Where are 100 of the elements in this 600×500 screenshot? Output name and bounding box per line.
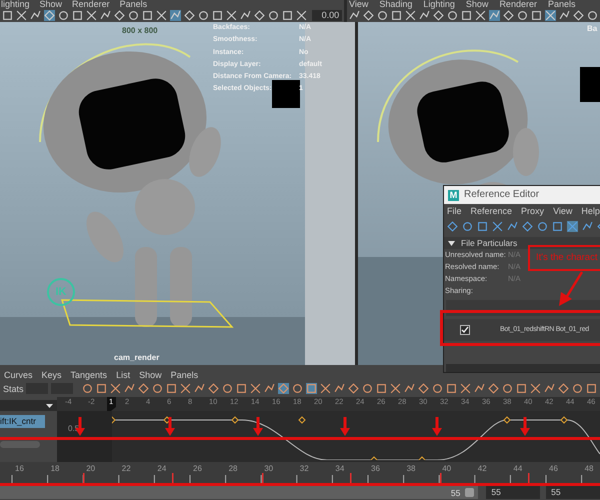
value-field[interactable]: 0.00 bbox=[312, 10, 342, 21]
cross-icon[interactable] bbox=[390, 383, 401, 394]
menu-item[interactable]: Help bbox=[581, 206, 600, 216]
square-icon[interactable] bbox=[531, 10, 542, 21]
square-icon[interactable] bbox=[212, 10, 223, 21]
diamond-icon[interactable] bbox=[208, 383, 219, 394]
diamond-icon[interactable] bbox=[418, 383, 429, 394]
menu-item[interactable]: Show bbox=[40, 0, 62, 9]
scrollbar[interactable] bbox=[446, 364, 600, 372]
cross-icon[interactable] bbox=[110, 383, 121, 394]
circle-icon[interactable] bbox=[587, 10, 598, 21]
menu-item[interactable]: Reference bbox=[470, 206, 512, 216]
outliner-item[interactable]: ift:IK_cntr bbox=[0, 415, 45, 428]
cross-icon[interactable] bbox=[405, 10, 416, 21]
circle-icon[interactable] bbox=[537, 220, 548, 232]
square-icon[interactable] bbox=[166, 383, 177, 394]
circle-icon[interactable] bbox=[377, 10, 388, 21]
square-icon[interactable] bbox=[282, 10, 293, 21]
menu-item[interactable]: View bbox=[349, 0, 368, 9]
diamond-icon[interactable] bbox=[522, 220, 533, 232]
square-icon[interactable] bbox=[586, 383, 597, 394]
square-icon[interactable] bbox=[446, 383, 457, 394]
cross-icon[interactable] bbox=[180, 383, 191, 394]
scrollbar[interactable] bbox=[0, 441, 40, 448]
menu-item[interactable]: Proxy bbox=[521, 206, 544, 216]
diamond-icon[interactable] bbox=[138, 383, 149, 394]
menu-item[interactable]: Show bbox=[139, 370, 162, 380]
menu-item[interactable]: Panels bbox=[120, 0, 148, 9]
square-icon[interactable] bbox=[236, 383, 247, 394]
cross-icon[interactable] bbox=[567, 220, 578, 232]
current-frame-marker[interactable] bbox=[107, 397, 116, 411]
menu-item[interactable]: Curves bbox=[4, 370, 33, 380]
end-field[interactable]: 55 bbox=[546, 486, 600, 500]
curve-icon[interactable] bbox=[264, 383, 275, 394]
curve-icon[interactable] bbox=[334, 383, 345, 394]
menu-item[interactable]: Lighting bbox=[423, 0, 455, 9]
cross-icon[interactable] bbox=[530, 383, 541, 394]
cross-icon[interactable] bbox=[320, 383, 331, 394]
diamond-icon[interactable] bbox=[184, 10, 195, 21]
circle-icon[interactable] bbox=[198, 10, 209, 21]
circle-icon[interactable] bbox=[82, 383, 93, 394]
checkbox[interactable] bbox=[460, 325, 470, 335]
circle-icon[interactable] bbox=[572, 383, 583, 394]
diamond-icon[interactable] bbox=[348, 383, 359, 394]
circle-icon[interactable] bbox=[292, 383, 303, 394]
square-icon[interactable] bbox=[391, 10, 402, 21]
curve-icon[interactable] bbox=[559, 10, 570, 21]
menu-item[interactable]: File bbox=[447, 206, 462, 216]
curve-icon[interactable] bbox=[194, 383, 205, 394]
square-icon[interactable] bbox=[516, 383, 527, 394]
curve-icon[interactable] bbox=[240, 10, 251, 21]
circle-icon[interactable] bbox=[447, 10, 458, 21]
diamond-icon[interactable] bbox=[573, 10, 584, 21]
circle-icon[interactable] bbox=[517, 10, 528, 21]
curve-icon[interactable] bbox=[419, 10, 430, 21]
cross-icon[interactable] bbox=[296, 10, 307, 21]
square-icon[interactable] bbox=[2, 10, 13, 21]
circle-icon[interactable] bbox=[58, 10, 69, 21]
section-header[interactable]: File Particulars bbox=[444, 237, 600, 249]
cross-icon[interactable] bbox=[86, 10, 97, 21]
cross-icon[interactable] bbox=[156, 10, 167, 21]
menu-item[interactable]: View bbox=[553, 206, 572, 216]
circle-icon[interactable] bbox=[502, 383, 513, 394]
diamond-icon[interactable] bbox=[363, 10, 374, 21]
square-icon[interactable] bbox=[461, 10, 472, 21]
circle-icon[interactable] bbox=[462, 220, 473, 232]
menu-item[interactable]: Show bbox=[466, 0, 488, 9]
curve-icon[interactable] bbox=[582, 220, 593, 232]
curve-icon[interactable] bbox=[124, 383, 135, 394]
curve-icon[interactable] bbox=[404, 383, 415, 394]
expand-icon[interactable] bbox=[448, 240, 455, 246]
circle-icon[interactable] bbox=[222, 383, 233, 394]
cross-icon[interactable] bbox=[250, 383, 261, 394]
cross-icon[interactable] bbox=[475, 10, 486, 21]
cross-icon[interactable] bbox=[16, 10, 27, 21]
square-icon[interactable] bbox=[142, 10, 153, 21]
diamond-icon[interactable] bbox=[488, 383, 499, 394]
range-slider[interactable]: 55 bbox=[0, 486, 478, 500]
curve-icon[interactable] bbox=[474, 383, 485, 394]
circle-icon[interactable] bbox=[268, 10, 279, 21]
diamond-icon[interactable] bbox=[503, 10, 514, 21]
menu-item[interactable]: lighting bbox=[1, 0, 30, 9]
diamond-icon[interactable] bbox=[114, 10, 125, 21]
menu-item[interactable]: List bbox=[116, 370, 130, 380]
curve-icon[interactable] bbox=[507, 220, 518, 232]
circle-icon[interactable] bbox=[152, 383, 163, 394]
curve-icon[interactable] bbox=[30, 10, 41, 21]
curve-icon[interactable] bbox=[349, 10, 360, 21]
diamond-icon[interactable] bbox=[558, 383, 569, 394]
curve-icon[interactable] bbox=[100, 10, 111, 21]
circle-icon[interactable] bbox=[128, 10, 139, 21]
circle-icon[interactable] bbox=[432, 383, 443, 394]
cross-icon[interactable] bbox=[226, 10, 237, 21]
diamond-icon[interactable] bbox=[447, 220, 458, 232]
curve-icon[interactable] bbox=[544, 383, 555, 394]
diamond-icon[interactable] bbox=[254, 10, 265, 21]
menu-item[interactable]: Panels bbox=[548, 0, 576, 9]
square-icon[interactable] bbox=[477, 220, 488, 232]
dropdown[interactable] bbox=[0, 400, 57, 411]
square-icon[interactable] bbox=[96, 383, 107, 394]
